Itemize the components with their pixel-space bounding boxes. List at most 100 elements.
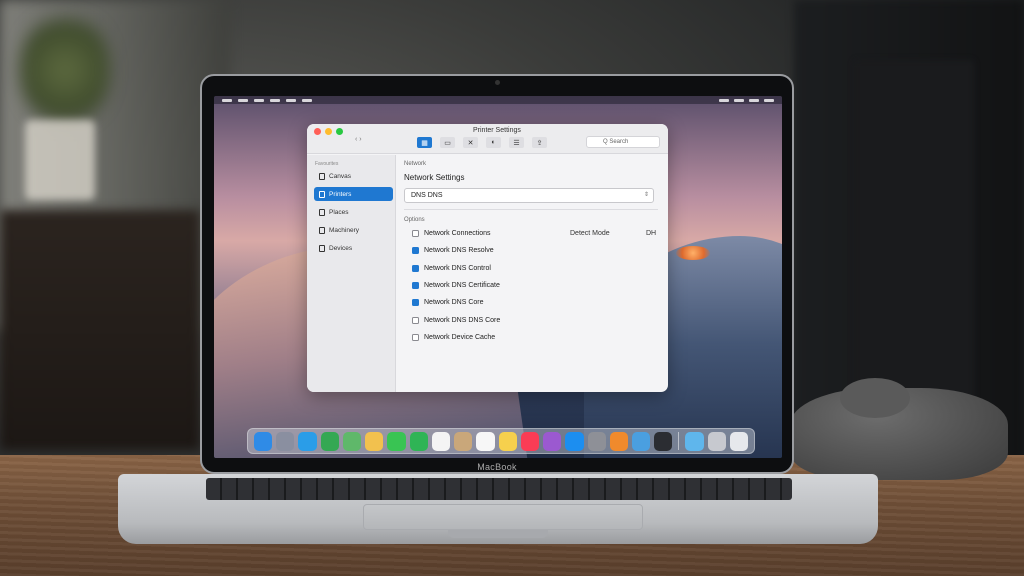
contacts-icon[interactable]: [454, 431, 473, 451]
sidebar-item-printers[interactable]: Printers: [314, 187, 393, 201]
safari-icon[interactable]: [298, 431, 317, 451]
option-row[interactable]: Network DNS DNS Core: [412, 316, 501, 324]
section-label: Network: [404, 161, 427, 167]
printer-icon: [319, 190, 325, 198]
camera-icon: [495, 80, 500, 85]
sidebar-item-label: Devices: [329, 244, 353, 252]
downloads-icon[interactable]: [707, 431, 726, 451]
row-tag: DH: [646, 230, 657, 237]
sidebar-item-machinery[interactable]: Machinery: [314, 223, 393, 237]
trash-icon[interactable]: [729, 431, 749, 451]
option-checkbox[interactable]: [412, 281, 419, 289]
tools-icon: ✕: [467, 139, 474, 147]
share-toolbar-button[interactable]: ⇪: [532, 137, 547, 148]
sidebar-heading: Favourites: [315, 161, 339, 167]
globe-toolbar-button[interactable]: ◐: [486, 137, 501, 148]
notes-icon[interactable]: [498, 431, 517, 451]
option-row[interactable]: Network DNS Resolve: [412, 247, 494, 255]
search-field[interactable]: Q Search: [586, 136, 660, 148]
option-checkbox[interactable]: [412, 264, 419, 272]
tools-toolbar-button[interactable]: ✕: [463, 137, 478, 148]
list-toolbar-button[interactable]: ☰: [509, 137, 524, 148]
option-label: Network Device Cache: [424, 333, 496, 341]
option-row[interactable]: Network Connections: [412, 230, 491, 237]
window-controls: [314, 128, 343, 135]
minimize-button[interactable]: [325, 128, 332, 135]
background-shelf: [0, 210, 200, 450]
settings-icon[interactable]: [587, 431, 606, 451]
podcasts-icon[interactable]: [543, 431, 562, 451]
option-row[interactable]: Network DNS Certificate: [412, 281, 500, 289]
option-checkbox[interactable]: [412, 247, 419, 255]
maps-icon[interactable]: [342, 431, 362, 451]
apple-menu-icon[interactable]: [222, 98, 232, 102]
sidebar-item-label: Machinery: [329, 226, 359, 234]
places-icon: [319, 208, 325, 216]
stepper-icon[interactable]: ⇕: [644, 191, 649, 198]
menu-item[interactable]: [238, 98, 248, 102]
finder-icon[interactable]: [254, 431, 273, 451]
sidebar: Favourites Canvas Printers Places Machin…: [307, 155, 396, 392]
network-toolbar-button[interactable]: ▦: [417, 137, 432, 148]
folder-icon[interactable]: [685, 431, 704, 451]
wallpaper-glow: [676, 246, 710, 260]
option-checkbox[interactable]: [412, 299, 419, 307]
close-button[interactable]: [314, 128, 321, 135]
facetime-icon[interactable]: [409, 431, 428, 451]
control-center-icon[interactable]: [749, 98, 759, 102]
printer-toolbar-button[interactable]: ▭: [440, 137, 455, 148]
globe-icon: ◐: [491, 139, 496, 146]
screenshot-icon[interactable]: [654, 431, 673, 451]
menu-item[interactable]: [302, 98, 312, 102]
option-label: Network DNS DNS Core: [424, 316, 501, 324]
menu-item[interactable]: [286, 98, 296, 102]
calendar-icon[interactable]: [431, 431, 451, 451]
zoom-button[interactable]: [336, 128, 343, 135]
battery-icon[interactable]: [734, 98, 744, 102]
options-label: Options: [404, 217, 425, 223]
title-bar: ‹ › Printer Settings ▦ ▭ ✕ ◐ ☰ ⇪ Q Search: [307, 124, 668, 154]
option-label: Network DNS Control: [424, 264, 491, 272]
laptop-base: [118, 474, 878, 544]
laptop-screen: ‹ › Printer Settings ▦ ▭ ✕ ◐ ☰ ⇪ Q Search Fav…: [214, 96, 782, 458]
sidebar-item-places[interactable]: Places: [314, 205, 393, 219]
music-icon[interactable]: [520, 431, 540, 451]
sidebar-item-label: Places: [329, 208, 349, 216]
option-checkbox[interactable]: [412, 333, 419, 341]
sidebar-item-devices[interactable]: Devices: [314, 241, 393, 255]
launchpad-icon[interactable]: [276, 431, 295, 451]
option-checkbox[interactable]: [412, 230, 419, 237]
share-icon: ⇪: [536, 139, 543, 147]
option-label: Network DNS Resolve: [424, 247, 494, 255]
dns-field[interactable]: DNS DNS ⇕: [404, 188, 654, 203]
photos-icon[interactable]: [365, 431, 384, 451]
option-checkbox[interactable]: [412, 316, 419, 324]
sidebar-item-label: Canvas: [329, 172, 352, 180]
weather-icon[interactable]: [631, 431, 651, 451]
settings-window: ‹ › Printer Settings ▦ ▭ ✕ ◐ ☰ ⇪ Q Search Fav…: [307, 124, 668, 392]
menu-item[interactable]: [254, 98, 264, 102]
back-forward-buttons[interactable]: ‹ ›: [355, 136, 362, 143]
reminders-icon[interactable]: [476, 431, 495, 451]
section-heading: Network Settings: [404, 173, 465, 182]
menu-item[interactable]: [270, 98, 280, 102]
option-row[interactable]: Network Device Cache: [412, 333, 496, 341]
clock[interactable]: [764, 98, 774, 102]
chrome-icon[interactable]: [320, 431, 339, 451]
devices-icon: [319, 244, 325, 252]
appstore-icon[interactable]: [565, 431, 584, 451]
laptop-brand-label: MacBook: [477, 462, 517, 472]
divider: [404, 209, 658, 210]
sidebar-item-canvas[interactable]: Canvas: [314, 169, 393, 183]
menu-bar: [214, 96, 782, 104]
wifi-icon[interactable]: [719, 98, 729, 102]
gray-cloth: [790, 378, 1008, 480]
option-row[interactable]: Network DNS Core: [412, 299, 484, 307]
row-detail: Detect Mode: [570, 230, 610, 237]
printer-icon: ▭: [444, 139, 451, 147]
dns-field-value: DNS DNS: [411, 192, 443, 199]
dock-separator: [678, 432, 680, 450]
option-row[interactable]: Network DNS Control: [412, 264, 491, 272]
messages-icon[interactable]: [387, 431, 406, 451]
books-icon[interactable]: [609, 431, 628, 451]
